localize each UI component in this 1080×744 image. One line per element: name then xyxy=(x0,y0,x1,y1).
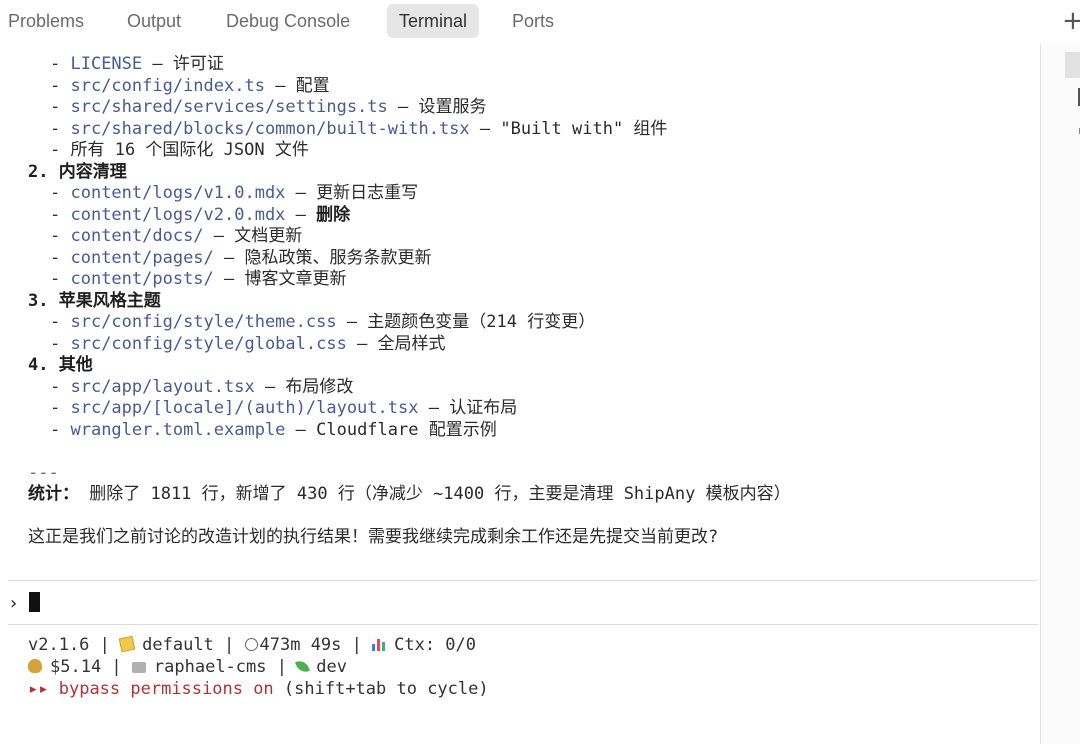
file-path: src/shared/blocks/common/built-with.tsx xyxy=(70,118,470,139)
list-item: - src/app/layout.tsx – 布局修改 xyxy=(50,376,354,397)
list-item: - wrangler.toml.example – Cloudflare 配置示… xyxy=(50,419,497,440)
timer-icon xyxy=(244,638,258,651)
file-path: src/app/[locale]/(auth)/layout.tsx xyxy=(70,398,419,418)
tab-problems[interactable]: Problems xyxy=(8,4,84,38)
divider xyxy=(8,580,1038,581)
tab-debug-console[interactable]: Debug Console xyxy=(226,4,350,38)
divider xyxy=(8,624,1038,625)
context-text: Ctx: 0/0 xyxy=(394,635,477,655)
list-item: - content/logs/v2.0.mdx – 删除 xyxy=(50,204,351,225)
duration-text: 473m 49s xyxy=(259,635,342,655)
horizontal-rule: --- xyxy=(28,462,59,483)
section-heading: 3. 苹果风格主题 xyxy=(28,290,161,311)
text-cursor xyxy=(28,592,40,612)
branch-leaf-icon xyxy=(295,658,311,675)
list-item: - content/logs/v1.0.mdx – 更新日志重写 xyxy=(50,183,419,203)
assistant-question: 这正是我们之前讨论的改造计划的执行结果！需要我继续完成剩余工作还是先提交当前更改… xyxy=(28,527,719,547)
stats-text: 删除了 1811 行，新增了 430 行（净减少 ~1400 行，主要是清理 S… xyxy=(79,484,791,504)
status-lines: v2.1.6 | default | 473m 49s | Ctx: 0/0 $… xyxy=(28,634,489,700)
status-line-3: ▸▸ bypass permissions on (shift+tab to c… xyxy=(28,678,489,700)
file-path: content/docs/ xyxy=(70,226,204,246)
tab-ports[interactable]: Ports xyxy=(512,4,554,38)
list-item: - src/config/index.ts – 配置 xyxy=(50,75,330,96)
status-line-1: v2.1.6 | default | 473m 49s | Ctx: 0/0 xyxy=(28,635,477,655)
file-path: src/config/index.ts xyxy=(70,75,265,96)
terminal-output[interactable]: - LICENSE – 许可证 - src/config/index.ts – … xyxy=(28,54,1036,549)
list-item: - content/docs/ – 文档更新 xyxy=(50,226,303,246)
branch-text: dev xyxy=(316,657,347,677)
plus-icon[interactable]: + xyxy=(1062,8,1080,34)
bypass-arrows-icon: ▸▸ xyxy=(28,679,49,699)
prompt-input[interactable]: › xyxy=(8,592,40,616)
section-heading: 4. 其他 xyxy=(28,355,93,375)
terminal-list-panel xyxy=(1040,44,1080,744)
list-item: - src/config/style/global.css – 全局样式 xyxy=(50,333,446,354)
file-path: content/logs/v2.0.mdx xyxy=(70,204,286,225)
section-heading: 2. 内容清理 xyxy=(28,161,127,182)
list-item: - LICENSE – 许可证 xyxy=(50,54,224,74)
project-text: raphael-cms xyxy=(153,657,267,677)
list-item: - 所有 16 个国际化 JSON 文件 xyxy=(50,140,309,160)
stats-line: 统计： 删除了 1811 行，新增了 430 行（净减少 ~1400 行，主要是… xyxy=(28,484,1036,506)
file-path: src/app/layout.tsx xyxy=(70,376,255,397)
prompt-chevron-icon: › xyxy=(8,593,19,614)
panel-tab-bar: Problems Output Debug Console Terminal P… xyxy=(0,0,1080,44)
file-path: LICENSE xyxy=(70,54,143,74)
file-path: content/logs/v1.0.mdx xyxy=(70,183,286,203)
memo-icon xyxy=(118,635,136,653)
file-path: content/posts/ xyxy=(70,269,214,289)
list-item: - src/config/style/theme.css – 主题颜色变量（21… xyxy=(50,312,596,332)
tab-terminal[interactable]: Terminal xyxy=(387,4,480,38)
money-bag-icon xyxy=(28,659,42,673)
list-item: - content/posts/ – 博客文章更新 xyxy=(50,269,347,289)
terminal-instance-item[interactable] xyxy=(1065,52,1080,78)
list-item: - src/shared/services/settings.ts – 设置服务 xyxy=(50,97,487,117)
file-path: wrangler.toml.example xyxy=(70,419,286,440)
bypass-permissions-text: bypass permissions on xyxy=(58,679,274,699)
file-path: content/pages/ xyxy=(70,247,214,268)
list-item: - src/shared/blocks/common/built-with.ts… xyxy=(50,118,668,139)
file-path: src/config/style/theme.css xyxy=(70,312,337,332)
bar-chart-icon xyxy=(372,637,386,651)
cost-text: $5.14 xyxy=(50,657,102,677)
list-item: - content/pages/ – 隐私政策、服务条款更新 xyxy=(50,247,432,268)
tab-output[interactable]: Output xyxy=(127,4,181,38)
stats-label: 统计： xyxy=(28,484,79,504)
list-item: - src/app/[locale]/(auth)/layout.tsx – 认… xyxy=(50,398,518,418)
file-path: src/config/style/global.css xyxy=(70,333,347,354)
folder-icon xyxy=(131,662,146,673)
style-text: default xyxy=(142,635,214,655)
status-line-2: $5.14 | raphael-cms | dev xyxy=(28,656,489,678)
bypass-hint-text: (shift+tab to cycle) xyxy=(273,679,489,699)
version-text: v2.1.6 xyxy=(28,635,90,655)
file-path: src/shared/services/settings.ts xyxy=(70,97,388,117)
